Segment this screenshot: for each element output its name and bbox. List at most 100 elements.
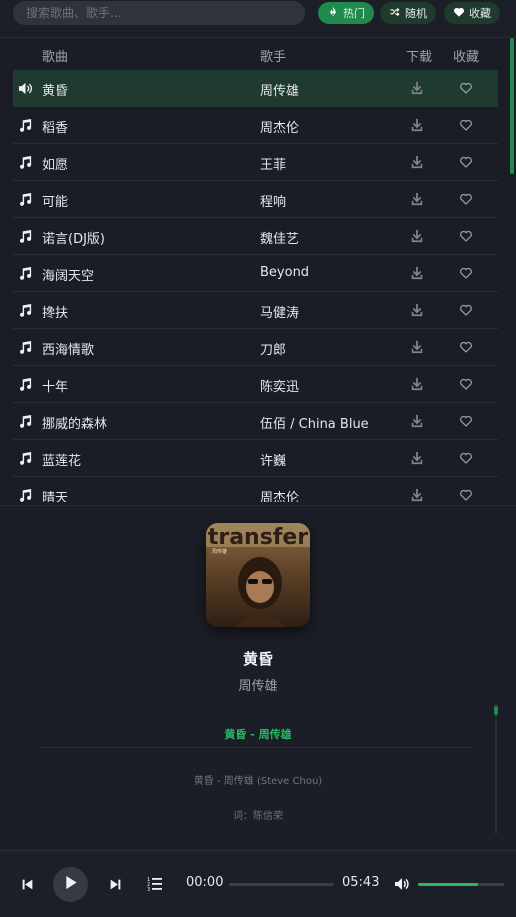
heart-outline-icon[interactable] <box>459 229 473 243</box>
song-row[interactable]: 黄昏 周传雄 <box>13 70 498 107</box>
progress-bar[interactable] <box>229 883 334 886</box>
tab-shuffle[interactable]: 随机 <box>380 2 436 24</box>
song-row[interactable]: 诺言(DJ版) 魏佳艺 <box>13 218 498 255</box>
download-icon[interactable] <box>410 192 424 206</box>
song-artist[interactable]: 王菲 <box>260 154 286 173</box>
column-song: 歌曲 <box>42 50 69 65</box>
heart-outline-icon[interactable] <box>459 303 473 317</box>
song-title: 西海情歌 <box>42 343 95 358</box>
song-table-header: 歌曲 歌手 下载 收藏 <box>13 38 498 70</box>
song-title: 海阔天空 <box>42 269 95 284</box>
album-cover: transfer 周传雄 <box>206 523 310 627</box>
song-row[interactable]: 西海情歌 刀郎 <box>13 329 498 366</box>
song-row[interactable]: 海阔天空 Beyond <box>13 255 498 292</box>
heart-outline-icon[interactable] <box>459 377 473 391</box>
list-scrollbar[interactable] <box>510 38 514 174</box>
song-artist[interactable]: 许巍 <box>260 450 286 469</box>
speaker-icon <box>18 81 33 96</box>
play-button[interactable] <box>53 867 88 902</box>
download-icon[interactable] <box>410 229 424 243</box>
song-list: 黄昏 周传雄 稻香 周杰伦 如愿 王菲 可能 程响 诺言(DJ版) 魏佳艺 海阔… <box>13 70 498 502</box>
song-artist[interactable]: 程响 <box>260 191 286 210</box>
note-icon <box>18 229 33 244</box>
next-button[interactable] <box>108 878 122 892</box>
skip-next-icon <box>109 876 122 895</box>
volume-button[interactable] <box>394 876 410 895</box>
song-row[interactable]: 稻香 周杰伦 <box>13 107 498 144</box>
lyric-current-line: 黄昏 - 周传雄 <box>224 728 292 741</box>
download-icon[interactable] <box>410 81 424 95</box>
song-row[interactable]: 可能 程响 <box>13 181 498 218</box>
note-icon <box>18 303 33 318</box>
song-row[interactable]: 如愿 王菲 <box>13 144 498 181</box>
heart-outline-icon[interactable] <box>459 414 473 428</box>
heart-outline-icon[interactable] <box>459 81 473 95</box>
heart-outline-icon[interactable] <box>459 488 473 502</box>
song-title: 可能 <box>42 195 69 210</box>
playlist-button[interactable]: 123 <box>147 877 163 893</box>
skip-previous-icon <box>21 876 34 895</box>
heart-outline-icon[interactable] <box>459 155 473 169</box>
download-icon[interactable] <box>410 414 424 428</box>
lyric-scrollbar-thumb[interactable] <box>494 706 498 715</box>
download-icon[interactable] <box>410 266 424 280</box>
song-title: 晴天 <box>42 491 69 502</box>
top-bar: 搜索歌曲、歌手... 热门 随机 收藏 <box>0 0 516 38</box>
heart-outline-icon[interactable] <box>459 451 473 465</box>
volume-icon <box>394 876 410 895</box>
note-icon <box>18 451 33 466</box>
download-icon[interactable] <box>410 303 424 317</box>
column-artist: 歌手 <box>260 50 287 65</box>
playlist-icon: 123 <box>147 876 163 895</box>
song-artist[interactable]: 周传雄 <box>260 80 299 99</box>
note-icon <box>18 488 33 502</box>
note-icon <box>18 118 33 133</box>
download-icon[interactable] <box>410 377 424 391</box>
volume-level <box>418 883 479 886</box>
player-bar: 123 00:00 05:43 <box>0 850 516 917</box>
song-row[interactable]: 十年 陈奕迅 <box>13 366 498 403</box>
note-icon <box>18 155 33 170</box>
tab-hot[interactable]: 热门 <box>318 2 374 24</box>
lyric-scrollbar-track[interactable] <box>495 704 497 834</box>
song-title: 蓝莲花 <box>42 454 82 469</box>
song-row[interactable]: 搀扶 马健涛 <box>13 292 498 329</box>
search-input[interactable]: 搜索歌曲、歌手... <box>13 1 305 25</box>
song-artist[interactable]: Beyond <box>260 265 309 280</box>
download-icon[interactable] <box>410 118 424 132</box>
song-row[interactable]: 挪威的森林 伍佰 / China Blue <box>13 403 498 440</box>
lyric-line: 黄昏 - 周传雄 (Steve Chou) <box>193 776 323 787</box>
note-icon <box>18 266 33 281</box>
song-title: 挪威的森林 <box>42 417 108 432</box>
song-row[interactable]: 蓝莲花 许巍 <box>13 440 498 477</box>
tab-favorites[interactable]: 收藏 <box>444 2 500 24</box>
now-playing-panel: transfer 周传雄 黄昏 周传雄 黄昏 - 周传雄 黄昏 - 周传雄 (S… <box>0 505 516 850</box>
song-artist[interactable]: 周杰伦 <box>260 487 299 502</box>
current-time: 00:00 <box>186 875 224 890</box>
cover-title-text: transfer <box>208 525 308 550</box>
download-icon[interactable] <box>410 488 424 502</box>
cover-artist-text: 周传雄 <box>212 548 227 555</box>
song-artist[interactable]: 周杰伦 <box>260 117 299 136</box>
song-row[interactable]: 晴天 周杰伦 <box>13 477 498 502</box>
column-favorite: 收藏 <box>453 50 480 65</box>
song-title: 如愿 <box>42 158 69 173</box>
download-icon[interactable] <box>410 451 424 465</box>
tab-shuffle-label: 随机 <box>405 7 427 20</box>
heart-outline-icon[interactable] <box>459 340 473 354</box>
heart-outline-icon[interactable] <box>459 266 473 280</box>
heart-outline-icon[interactable] <box>459 192 473 206</box>
song-artist[interactable]: 马健涛 <box>260 302 299 321</box>
lyric-divider <box>42 747 470 748</box>
download-icon[interactable] <box>410 340 424 354</box>
previous-button[interactable] <box>20 878 34 892</box>
tab-favorites-label: 收藏 <box>469 7 491 20</box>
heart-outline-icon[interactable] <box>459 118 473 132</box>
song-artist[interactable]: 陈奕迅 <box>260 376 299 395</box>
now-playing-artist[interactable]: 周传雄 <box>0 675 516 694</box>
volume-slider[interactable] <box>418 883 504 886</box>
download-icon[interactable] <box>410 155 424 169</box>
song-artist[interactable]: 伍佰 / China Blue <box>260 413 369 432</box>
song-artist[interactable]: 魏佳艺 <box>260 228 299 247</box>
song-artist[interactable]: 刀郎 <box>260 339 286 358</box>
